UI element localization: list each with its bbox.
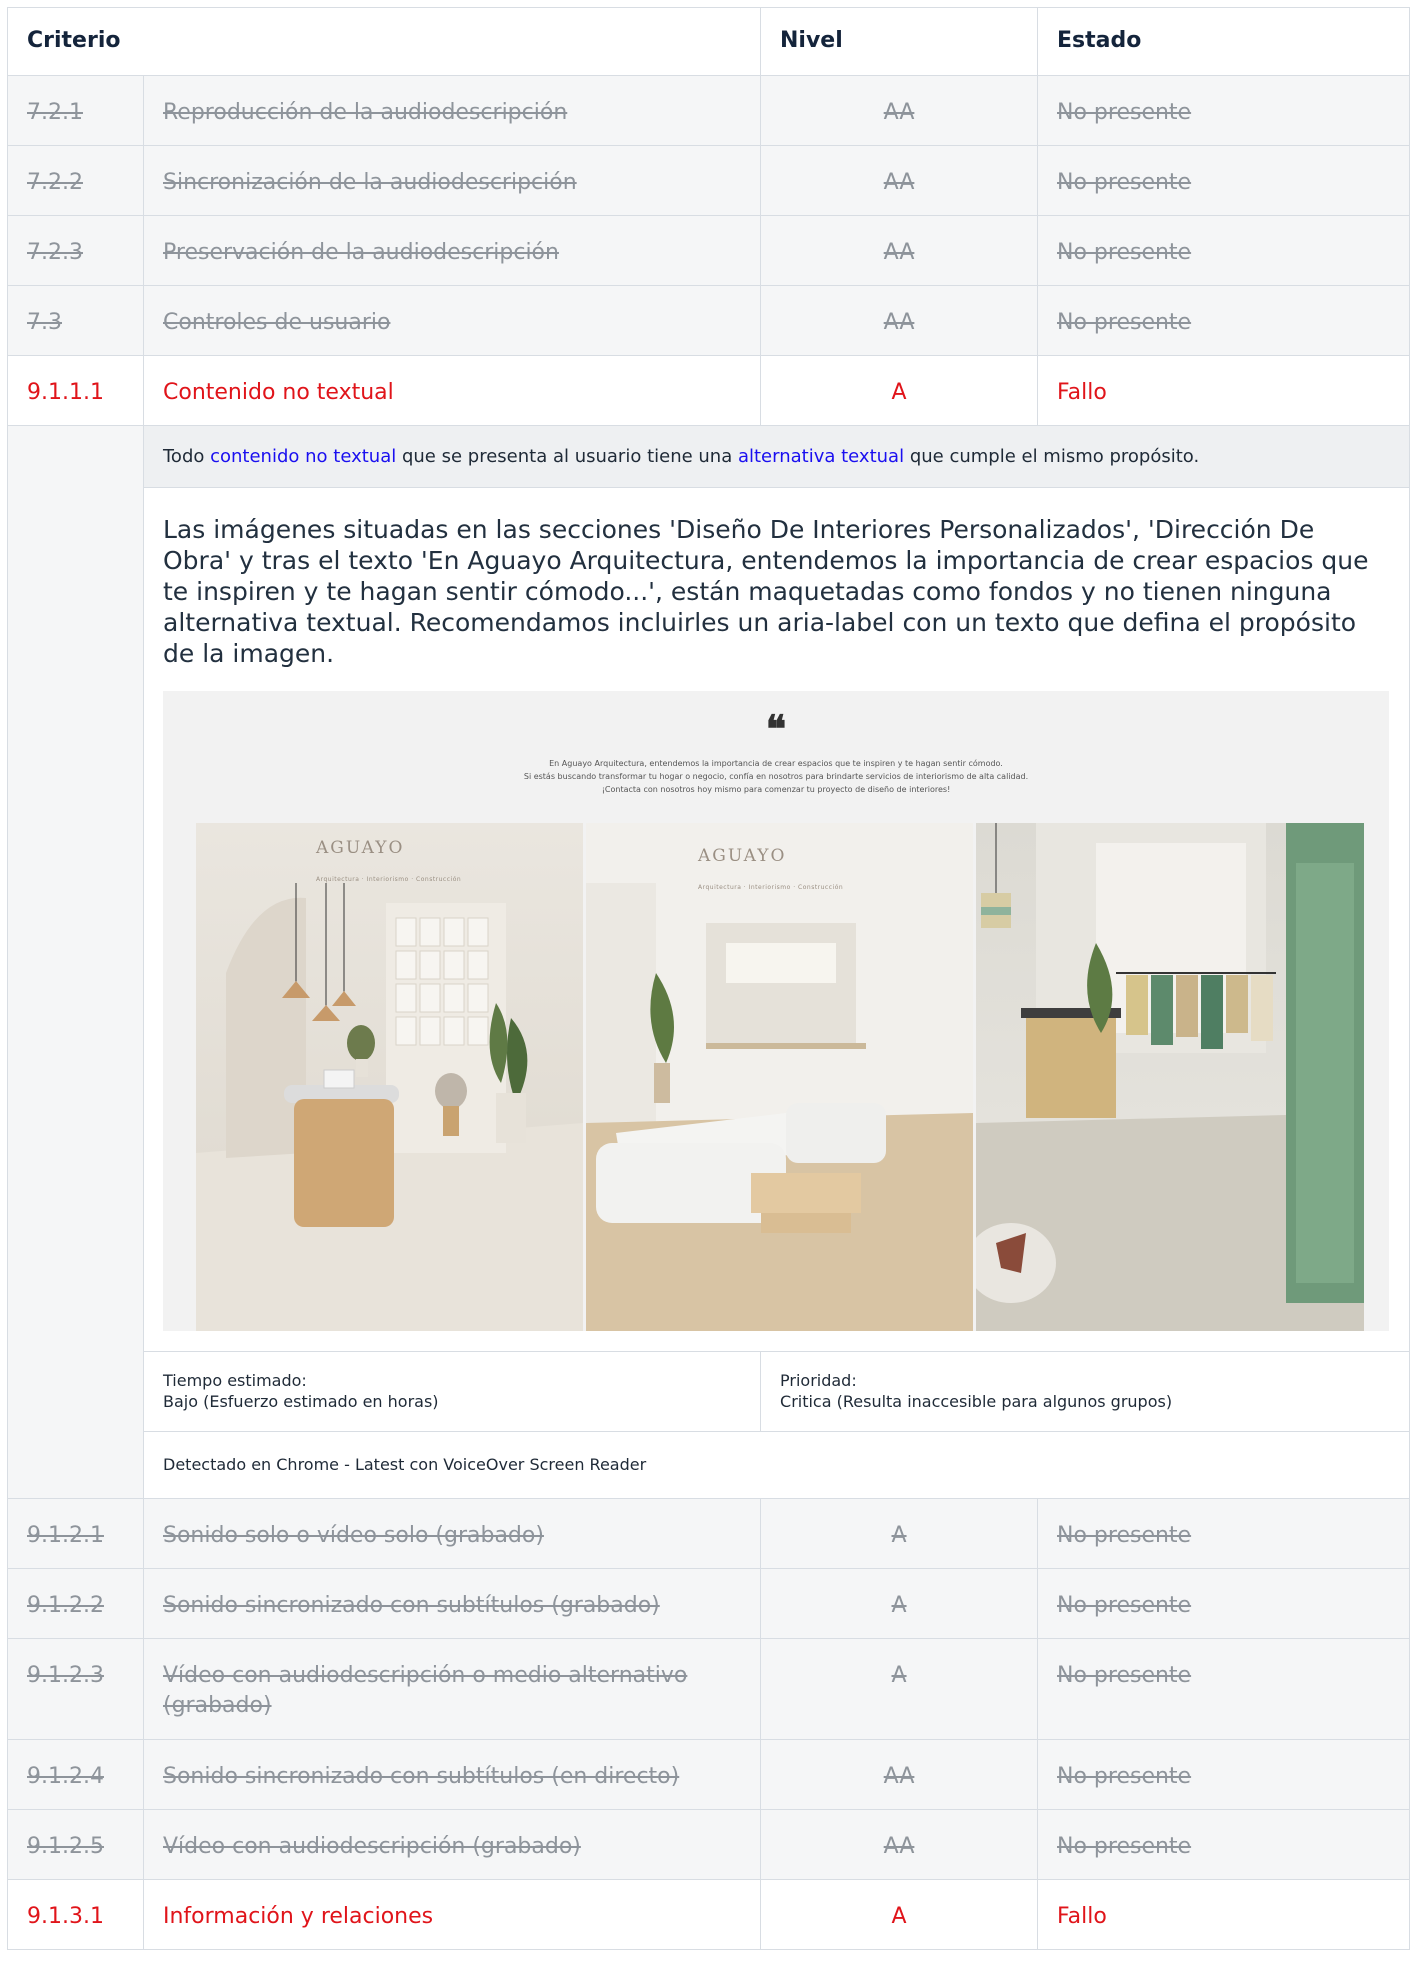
boutique-illustration [976, 823, 1364, 1331]
detected-in: Detectado en Chrome - Latest con VoiceOv… [142, 1431, 1411, 1499]
reception-illustration [196, 883, 583, 1331]
criteria-table-wrapper: Criterio Nivel Estado 7.2.1 Reproducción… [6, 7, 1411, 1950]
criterion-level: A [760, 1568, 1039, 1639]
criterion-level: A [760, 1498, 1039, 1569]
criterion-level: AA [760, 1809, 1039, 1880]
criterion-name: Preservación de la audiodescripción [142, 215, 762, 286]
criterion-number: 7.2.1 [7, 75, 144, 146]
criterion-name: Sonido solo o vídeo solo (grabado) [142, 1498, 762, 1569]
criterion-name: Sonido sincronizado con subtítulos (en d… [142, 1739, 762, 1810]
summary-text: Todo [163, 446, 211, 467]
criterion-name: Información y relaciones [142, 1879, 762, 1950]
criterion-summary: Todo contenido no textual que se present… [142, 425, 1411, 488]
quote-line: Si estás buscando transformar tu hogar o… [523, 772, 1029, 781]
criterion-name: Controles de usuario [142, 285, 762, 356]
header-estado[interactable]: Estado [1037, 7, 1411, 76]
link-contenido-no-textual[interactable]: contenido no textual [210, 446, 396, 467]
criterion-number: 9.1.2.2 [7, 1568, 144, 1639]
criterion-name: Vídeo con audiodescripción o medio alter… [142, 1638, 762, 1740]
criterion-level: AA [760, 145, 1039, 216]
criterion-number: 9.1.1.1 [7, 355, 144, 426]
interior-photo-boutique [976, 823, 1364, 1331]
header-criterio[interactable]: Criterio [6, 7, 762, 76]
criterion-level: AA [760, 215, 1039, 286]
criterion-level: AA [760, 75, 1039, 146]
table-row-failure[interactable]: 9.1.1.1 Contenido no textual A Fallo [7, 355, 1411, 426]
interior-photo-living-room: AGUAYO Arquitectura · Interiorismo · Cons… [586, 823, 973, 1331]
interior-photo-reception: AGUAYO Arquitectura · Interiorismo · Cons… [196, 823, 583, 1331]
criterion-level: AA [760, 1739, 1039, 1810]
criterion-number: 9.1.2.4 [7, 1739, 144, 1810]
failure-note-row: Detectado en Chrome - Latest con VoiceOv… [8, 1431, 1411, 1499]
quote-line: ¡Contacta con nosotros hoy mismo para co… [601, 785, 951, 794]
quote-line: En Aguayo Arquitectura, entendemos la im… [549, 759, 1003, 768]
criterion-level: AA [760, 285, 1039, 356]
brand-logo: AGUAYO Arquitectura · Interiorismo · Cons… [316, 833, 461, 895]
criterion-number: 9.1.2.3 [7, 1638, 144, 1740]
criterion-status: No presente [1037, 1809, 1411, 1880]
time-value: Bajo (Esfuerzo estimado en horas) [163, 1392, 439, 1411]
table-row[interactable]: 7.3 Controles de usuario AA No presente [7, 285, 1411, 356]
criterion-level: A [760, 355, 1039, 426]
failure-description-row: Las imágenes situadas en las secciones '… [8, 487, 1411, 1352]
quote-text: En Aguayo Arquitectura, entendemos la im… [163, 757, 1389, 796]
criterion-name: Contenido no textual [142, 355, 762, 426]
criterion-status: No presente [1037, 285, 1411, 356]
time-estimate-cell: Tiempo estimado: Bajo (Esfuerzo estimado… [142, 1351, 762, 1432]
table-row[interactable]: 9.1.2.2 Sonido sincronizado con subtítul… [7, 1568, 1411, 1639]
failure-description-cell: Las imágenes situadas en las secciones '… [142, 487, 1411, 1352]
failure-description: Las imágenes situadas en las secciones '… [163, 515, 1369, 668]
criterion-number: 9.1.3.1 [7, 1879, 144, 1950]
criterion-name: Sonido sincronizado con subtítulos (grab… [142, 1568, 762, 1639]
criterion-status: No presente [1037, 75, 1411, 146]
criterion-level: A [760, 1638, 1039, 1740]
evidence-screenshot: ❝ En Aguayo Arquitectura, entendemos la … [163, 691, 1389, 1331]
brand-name: AGUAYO [698, 846, 787, 866]
criteria-table: Criterio Nivel Estado 7.2.1 Reproducción… [6, 7, 1411, 1950]
criterion-status: Fallo [1037, 355, 1411, 426]
table-row[interactable]: 7.2.2 Sincronización de la audiodescripc… [7, 145, 1411, 216]
criterion-name: Reproducción de la audiodescripción [142, 75, 762, 146]
criterion-number: 7.3 [7, 285, 144, 356]
brand-name: AGUAYO [316, 838, 405, 858]
criterion-number: 7.2.3 [7, 215, 144, 286]
criterion-number: 9.1.2.5 [7, 1809, 144, 1880]
brand-subtitle: Arquitectura · Interiorismo · Construcci… [698, 884, 844, 891]
table-header-row: Criterio Nivel Estado [6, 7, 1411, 76]
criterion-status: No presente [1037, 1498, 1411, 1569]
failure-detail-spacer [7, 425, 144, 1499]
criterion-status: No presente [1037, 145, 1411, 216]
criterion-status: No presente [1037, 215, 1411, 286]
summary-text: que cumple el mismo propósito. [904, 446, 1200, 467]
brand-logo: AGUAYO Arquitectura · Interiorismo · Cons… [698, 841, 843, 903]
criterion-status: No presente [1037, 1568, 1411, 1639]
criterion-status: No presente [1037, 1638, 1411, 1740]
table-row[interactable]: 7.2.1 Reproducción de la audiodescripció… [7, 75, 1411, 146]
time-label: Tiempo estimado: [163, 1371, 307, 1390]
table-row-failure[interactable]: 9.1.3.1 Información y relaciones A Fallo [7, 1879, 1411, 1950]
criterion-level: A [760, 1879, 1039, 1950]
header-nivel[interactable]: Nivel [760, 7, 1039, 76]
link-alternativa-textual[interactable]: alternativa textual [738, 446, 904, 467]
criterion-number: 9.1.2.1 [7, 1498, 144, 1569]
criterion-name: Sincronización de la audiodescripción [142, 145, 762, 216]
criterion-name: Vídeo con audiodescripción (grabado) [142, 1809, 762, 1880]
table-row[interactable]: 9.1.2.3 Vídeo con audiodescripción o med… [7, 1638, 1411, 1740]
failure-meta-row: Tiempo estimado: Bajo (Esfuerzo estimado… [8, 1351, 1411, 1432]
priority-cell: Prioridad: Critica (Resulta inaccesible … [760, 1351, 1411, 1432]
priority-value: Critica (Resulta inaccesible para alguno… [780, 1392, 1173, 1411]
criterion-number: 7.2.2 [7, 145, 144, 216]
table-row[interactable]: 7.2.3 Preservación de la audiodescripció… [7, 215, 1411, 286]
table-row[interactable]: 9.1.2.1 Sonido solo o vídeo solo (grabad… [7, 1498, 1411, 1569]
table-row[interactable]: 9.1.2.4 Sonido sincronizado con subtítul… [7, 1739, 1411, 1810]
quote-mark: ❝ [765, 706, 787, 751]
brand-subtitle: Arquitectura · Interiorismo · Construcci… [316, 876, 462, 883]
summary-text: que se presenta al usuario tiene una [396, 446, 738, 467]
table-row[interactable]: 9.1.2.5 Vídeo con audiodescripción (grab… [7, 1809, 1411, 1880]
priority-label: Prioridad: [780, 1371, 857, 1390]
criterion-status: Fallo [1037, 1879, 1411, 1950]
failure-detail-row: Todo contenido no textual que se present… [7, 425, 1411, 1499]
criterion-status: No presente [1037, 1739, 1411, 1810]
